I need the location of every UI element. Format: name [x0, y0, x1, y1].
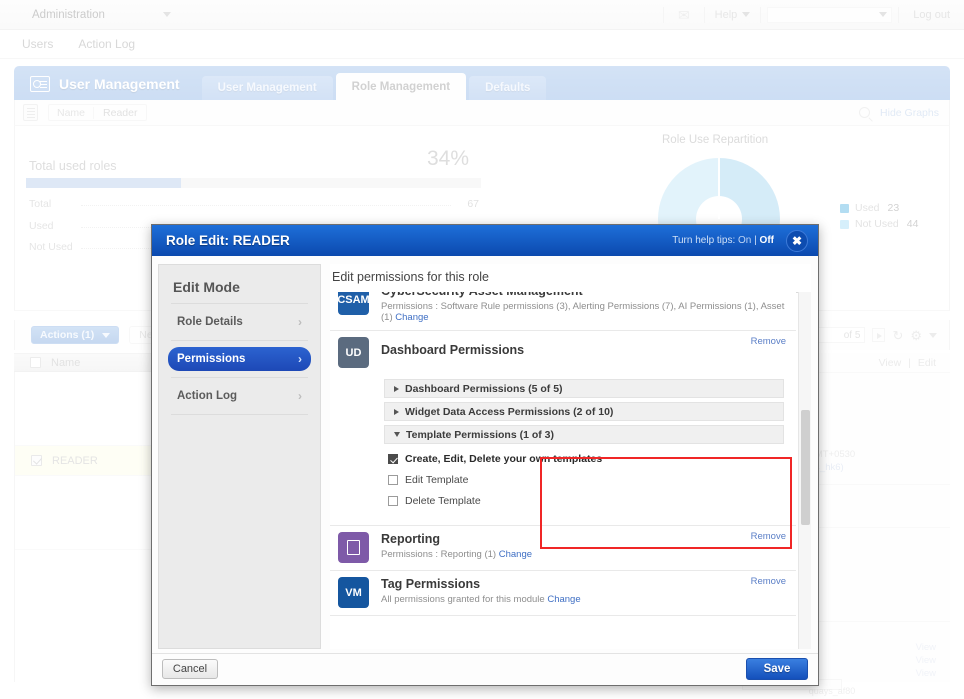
permission-checkbox-edit-template[interactable]: Edit Template	[388, 474, 796, 486]
checkbox-icon[interactable]	[388, 496, 398, 506]
dialog-body: Edit Mode Role Details › Permissions › A…	[152, 256, 818, 654]
sidebar-item-role-details[interactable]: Role Details ›	[168, 310, 311, 334]
save-button[interactable]: Save	[746, 658, 808, 680]
sidebar-item-action-log[interactable]: Action Log ›	[168, 384, 311, 408]
accordion-template-permissions[interactable]: Template Permissions (1 of 3)	[384, 425, 784, 444]
module-name: Tag Permissions	[381, 577, 581, 591]
role-edit-dialog: Role Edit: READER Turn help tips: On | O…	[151, 224, 819, 686]
chevron-right-icon: ›	[298, 352, 302, 366]
divider	[171, 414, 308, 415]
module-badge-icon: UD	[338, 337, 369, 368]
module-text: Dashboard Permissions	[381, 337, 524, 368]
accordion-dashboard-permissions[interactable]: Dashboard Permissions (5 of 5)	[384, 379, 784, 398]
cancel-button[interactable]: Cancel	[162, 659, 218, 679]
module-text: Reporting Permissions : Reporting (1) Ch…	[381, 532, 532, 563]
module-name: Dashboard Permissions	[381, 337, 524, 357]
scrollbar-thumb[interactable]	[801, 410, 810, 525]
accordion-label: Template Permissions (1 of 3)	[406, 429, 554, 441]
help-tips-off[interactable]: Off	[760, 235, 774, 246]
sidebar-item-permissions[interactable]: Permissions ›	[168, 347, 311, 371]
chevron-right-icon	[394, 409, 399, 415]
permission-module-row[interactable]: Reporting Permissions : Reporting (1) Ch…	[330, 526, 796, 571]
module-subtext: Permissions : Software Rule permissions …	[381, 301, 796, 323]
dialog-title-bar: Role Edit: READER Turn help tips: On | O…	[152, 225, 818, 256]
donut-divider	[718, 158, 720, 219]
help-tips-toggle: Turn help tips: On | Off	[672, 235, 786, 246]
help-tips-label: Turn help tips:	[672, 235, 735, 246]
permission-label: Delete Template	[405, 495, 481, 507]
dialog-sidebar: Edit Mode Role Details › Permissions › A…	[158, 264, 321, 649]
module-name: CyberSecurity Asset Management	[381, 292, 796, 298]
module-text: CyberSecurity Asset Management Permissio…	[381, 292, 796, 323]
permission-label: Edit Template	[405, 474, 468, 486]
permissions-scroll-area: CSAM CyberSecurity Asset Management Perm…	[330, 292, 811, 649]
checkbox-icon[interactable]	[388, 475, 398, 485]
remove-link[interactable]: Remove	[751, 576, 786, 587]
module-subtext: All permissions granted for this module …	[381, 594, 581, 605]
module-badge-icon: CSAM	[338, 292, 369, 315]
change-link[interactable]: Change	[547, 594, 580, 605]
divider	[171, 303, 308, 304]
change-link[interactable]: Change	[395, 312, 428, 323]
module-badge-icon: VM	[338, 577, 369, 608]
sidebar-item-label: Role Details	[177, 316, 243, 328]
application-root: Administration ✉ Help Log out Users Acti…	[0, 0, 964, 699]
dialog-content: Edit permissions for this role CSAM Cybe…	[330, 264, 811, 649]
sidebar-item-label: Action Log	[177, 390, 237, 402]
dialog-title: Role Edit: READER	[166, 233, 290, 248]
dialog-footer: Cancel Save	[152, 653, 818, 685]
sidebar-item-label: Permissions	[177, 353, 245, 365]
module-badge-icon	[338, 532, 369, 563]
permission-module-row[interactable]: CSAM CyberSecurity Asset Management Perm…	[330, 292, 796, 331]
chevron-right-icon	[394, 386, 399, 392]
accordion-label: Dashboard Permissions (5 of 5)	[405, 383, 563, 395]
permission-checkbox-delete-template[interactable]: Delete Template	[388, 495, 796, 507]
module-permissions-summary: Permissions : Software Rule permissions …	[381, 301, 784, 323]
divider	[171, 340, 308, 341]
module-subtext: Permissions : Reporting (1) Change	[381, 549, 532, 560]
module-text: Tag Permissions All permissions granted …	[381, 577, 581, 608]
chevron-right-icon: ›	[298, 389, 302, 403]
content-heading: Edit permissions for this role	[330, 264, 811, 292]
sidebar-heading: Edit Mode	[159, 265, 320, 303]
chevron-right-icon: ›	[298, 315, 302, 329]
remove-link[interactable]: Remove	[751, 531, 786, 542]
module-permissions-summary: Permissions : Reporting (1)	[381, 549, 496, 560]
change-link[interactable]: Change	[499, 549, 532, 560]
close-icon[interactable]: ✖	[786, 230, 808, 252]
remove-link[interactable]: Remove	[751, 336, 786, 347]
help-tips-separator: |	[754, 235, 757, 246]
permission-label: Create, Edit, Delete your own templates	[405, 453, 602, 465]
permission-module-row[interactable]: UD Dashboard Permissions Remove	[330, 331, 796, 375]
accordion-label: Widget Data Access Permissions (2 of 10)	[405, 406, 613, 418]
chevron-down-icon	[394, 432, 400, 437]
report-document-icon	[347, 540, 360, 555]
permissions-list: CSAM CyberSecurity Asset Management Perm…	[330, 292, 796, 616]
permissions-scrollbar[interactable]	[798, 292, 811, 649]
checkbox-icon[interactable]	[388, 454, 398, 464]
permission-module-row[interactable]: VM Tag Permissions All permissions grant…	[330, 571, 796, 616]
module-permissions-summary: All permissions granted for this module	[381, 594, 545, 605]
help-tips-on[interactable]: On	[738, 235, 751, 246]
divider	[171, 377, 308, 378]
accordion-widget-data-access[interactable]: Widget Data Access Permissions (2 of 10)	[384, 402, 784, 421]
module-name: Reporting	[381, 532, 532, 546]
permission-checkbox-create-edit-delete-own[interactable]: Create, Edit, Delete your own templates	[388, 453, 796, 465]
